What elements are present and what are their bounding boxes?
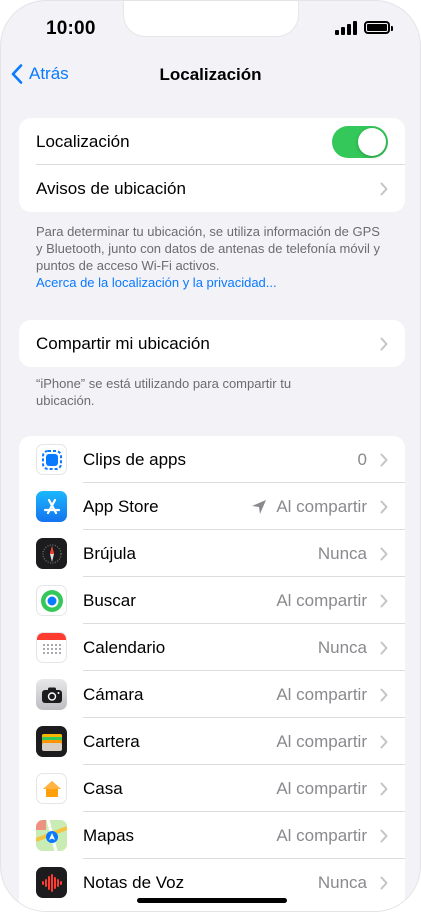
app-name: Mapas xyxy=(83,825,135,845)
share-footnote: “iPhone” se está utilizando para compart… xyxy=(36,376,292,408)
app-row-maps[interactable]: Mapas Al compartir xyxy=(19,812,405,859)
chevron-right-icon xyxy=(380,337,388,351)
app-location-value: Al compartir xyxy=(276,590,367,610)
app-name: Calendario xyxy=(83,637,166,657)
app-row-app-store[interactable]: App Store Al compartir xyxy=(19,483,405,530)
phone-screen: 10:00 Atrás Localización Localización Av… xyxy=(0,0,421,912)
battery-icon xyxy=(364,21,393,34)
app-row-clips[interactable]: Clips de apps 0 xyxy=(19,436,405,483)
share-location-group: Compartir mi ubicación xyxy=(19,320,405,367)
app-name: App Store xyxy=(83,496,159,516)
app-name: Buscar xyxy=(83,590,136,610)
app-location-value: Nunca xyxy=(317,872,367,892)
camera-icon xyxy=(36,679,67,710)
share-my-location-row[interactable]: Compartir mi ubicación xyxy=(19,320,405,367)
location-settings-group: Localización Avisos de ubicación xyxy=(19,118,405,212)
calendar-icon xyxy=(36,632,67,663)
chevron-right-icon xyxy=(380,547,388,561)
app-name: Brújula xyxy=(83,543,136,563)
app-location-value: Nunca xyxy=(317,543,367,563)
app-name: Notas de Voz xyxy=(83,872,185,892)
find-my-icon xyxy=(36,585,67,616)
navigation-bar: Atrás Localización xyxy=(1,56,420,96)
app-location-value: Al compartir xyxy=(276,778,367,798)
chevron-right-icon xyxy=(380,735,388,749)
app-location-value: Al compartir xyxy=(276,731,367,751)
location-alerts-row[interactable]: Avisos de ubicación xyxy=(19,165,405,212)
location-services-label: Localización xyxy=(36,131,130,151)
app-row-calendar[interactable]: Calendario Nunca xyxy=(19,624,405,671)
share-my-location-label: Compartir mi ubicación xyxy=(36,333,210,353)
chevron-right-icon xyxy=(380,829,388,843)
status-bar: 10:00 xyxy=(1,1,420,51)
app-row-camera[interactable]: Cámara Al compartir xyxy=(19,671,405,718)
app-row-find-my[interactable]: Buscar Al compartir xyxy=(19,577,405,624)
status-time: 10:00 xyxy=(46,18,96,39)
app-clips-icon xyxy=(36,444,67,475)
location-services-row[interactable]: Localización xyxy=(19,118,405,165)
page-title: Localización xyxy=(159,65,262,84)
app-location-value: 0 xyxy=(357,449,367,469)
app-row-compass[interactable]: Brújula Nunca xyxy=(19,530,405,577)
location-services-toggle[interactable] xyxy=(332,126,388,158)
app-location-value: Al compartir xyxy=(276,496,367,516)
chevron-right-icon xyxy=(380,453,388,467)
app-location-value: Al compartir xyxy=(276,684,367,704)
chevron-right-icon xyxy=(380,641,388,655)
cellular-signal-icon xyxy=(335,21,359,35)
app-name: Cámara xyxy=(83,684,144,704)
notch xyxy=(123,1,299,37)
app-row-wallet[interactable]: Cartera Al compartir xyxy=(19,718,405,765)
location-footnote: Para determinar tu ubicación, se utiliza… xyxy=(36,223,386,291)
home-icon xyxy=(36,773,67,804)
chevron-right-icon xyxy=(380,594,388,608)
location-alerts-label: Avisos de ubicación xyxy=(36,178,186,198)
home-indicator[interactable] xyxy=(137,898,287,903)
maps-icon xyxy=(36,820,67,851)
chevron-right-icon xyxy=(380,182,388,196)
chevron-right-icon xyxy=(380,876,388,890)
app-name: Casa xyxy=(83,778,123,798)
chevron-right-icon xyxy=(380,782,388,796)
app-store-icon xyxy=(36,491,67,522)
apps-location-list: Clips de apps 0 App Store Al compartir B… xyxy=(19,436,405,911)
wallet-icon xyxy=(36,726,67,757)
compass-icon xyxy=(36,538,67,569)
app-row-home[interactable]: Casa Al compartir xyxy=(19,765,405,812)
voice-memos-icon xyxy=(36,867,67,898)
chevron-right-icon xyxy=(380,688,388,702)
location-privacy-link[interactable]: Acerca de la localización y la privacida… xyxy=(36,275,277,290)
app-location-value: Nunca xyxy=(317,637,367,657)
app-name: Cartera xyxy=(83,731,140,751)
location-footnote-text: Para determinar tu ubicación, se utiliza… xyxy=(36,224,381,273)
chevron-right-icon xyxy=(380,500,388,514)
app-location-value-with-arrow: Al compartir xyxy=(251,497,367,517)
app-location-value: Al compartir xyxy=(276,825,367,845)
location-arrow-icon xyxy=(252,499,267,514)
app-name: Clips de apps xyxy=(83,449,187,469)
